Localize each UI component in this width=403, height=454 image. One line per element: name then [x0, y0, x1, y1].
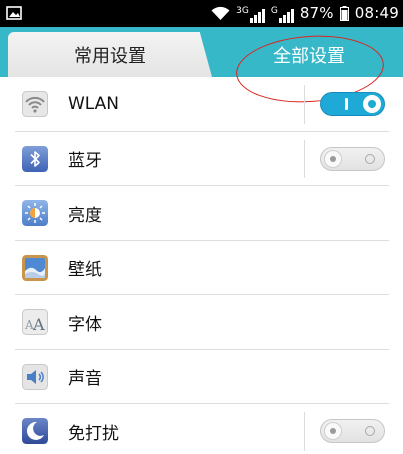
clock: 08:49	[354, 4, 399, 22]
svg-text:A: A	[32, 315, 45, 334]
mobile-signal-g: G	[271, 5, 294, 23]
bluetooth-icon	[22, 145, 48, 172]
toggle-knob	[363, 95, 381, 114]
toggle-on-mark	[345, 98, 348, 111]
toggle-knob	[324, 149, 342, 168]
settings-list: WLAN 蓝牙 亮度 壁纸 A A 字体 声音 免打扰	[0, 77, 403, 454]
toggle-off-mark	[365, 153, 375, 164]
do-not-disturb-toggle[interactable]	[320, 419, 385, 444]
tab-label: 常用设置	[74, 45, 146, 67]
setting-row-wallpaper[interactable]: 壁纸	[0, 241, 403, 296]
font-icon: A A	[22, 309, 48, 336]
wallpaper-icon	[22, 254, 48, 281]
setting-row-do-not-disturb[interactable]: 免打扰	[0, 404, 403, 454]
tab-all-settings[interactable]: 全部设置	[215, 32, 403, 77]
wlan-toggle[interactable]	[320, 92, 385, 117]
divider	[304, 139, 305, 178]
status-bar: 3G G 87% 08:49	[0, 0, 403, 27]
settings-tabs: 常用设置 全部设置	[0, 27, 403, 77]
tab-common-settings[interactable]: 常用设置	[8, 32, 212, 77]
setting-row-wlan[interactable]: WLAN	[0, 77, 403, 132]
setting-label: 亮度	[68, 205, 102, 226]
battery-percent: 87%	[299, 4, 334, 22]
network-type-label: G	[270, 5, 278, 16]
toggle-off-mark	[365, 426, 375, 437]
toggle-knob	[324, 422, 342, 441]
wifi-signal-icon	[211, 6, 230, 20]
tab-label: 全部设置	[273, 45, 345, 67]
setting-label: WLAN	[68, 94, 120, 115]
cell-signal-icon	[249, 8, 265, 23]
setting-label: 蓝牙	[68, 151, 102, 172]
setting-label: 声音	[68, 369, 102, 390]
cell-signal-icon	[278, 8, 294, 23]
brightness-icon	[22, 200, 48, 227]
network-type-label: 3G	[236, 5, 249, 16]
wifi-icon	[22, 91, 48, 118]
setting-row-brightness[interactable]: 亮度	[0, 186, 403, 241]
divider	[304, 85, 305, 124]
setting-label: 免打扰	[68, 423, 119, 444]
mobile-signal-3g: 3G	[236, 5, 265, 23]
battery-icon	[339, 6, 349, 21]
bluetooth-toggle[interactable]	[320, 146, 385, 171]
setting-row-sound[interactable]: 声音	[0, 350, 403, 405]
setting-row-font[interactable]: A A 字体	[0, 295, 403, 350]
setting-label: 字体	[68, 314, 102, 335]
setting-row-bluetooth[interactable]: 蓝牙	[0, 132, 403, 187]
divider	[304, 412, 305, 451]
screenshot-notification-icon	[6, 6, 22, 20]
setting-label: 壁纸	[68, 260, 102, 281]
sound-icon	[22, 363, 48, 390]
do-not-disturb-icon	[22, 418, 48, 445]
